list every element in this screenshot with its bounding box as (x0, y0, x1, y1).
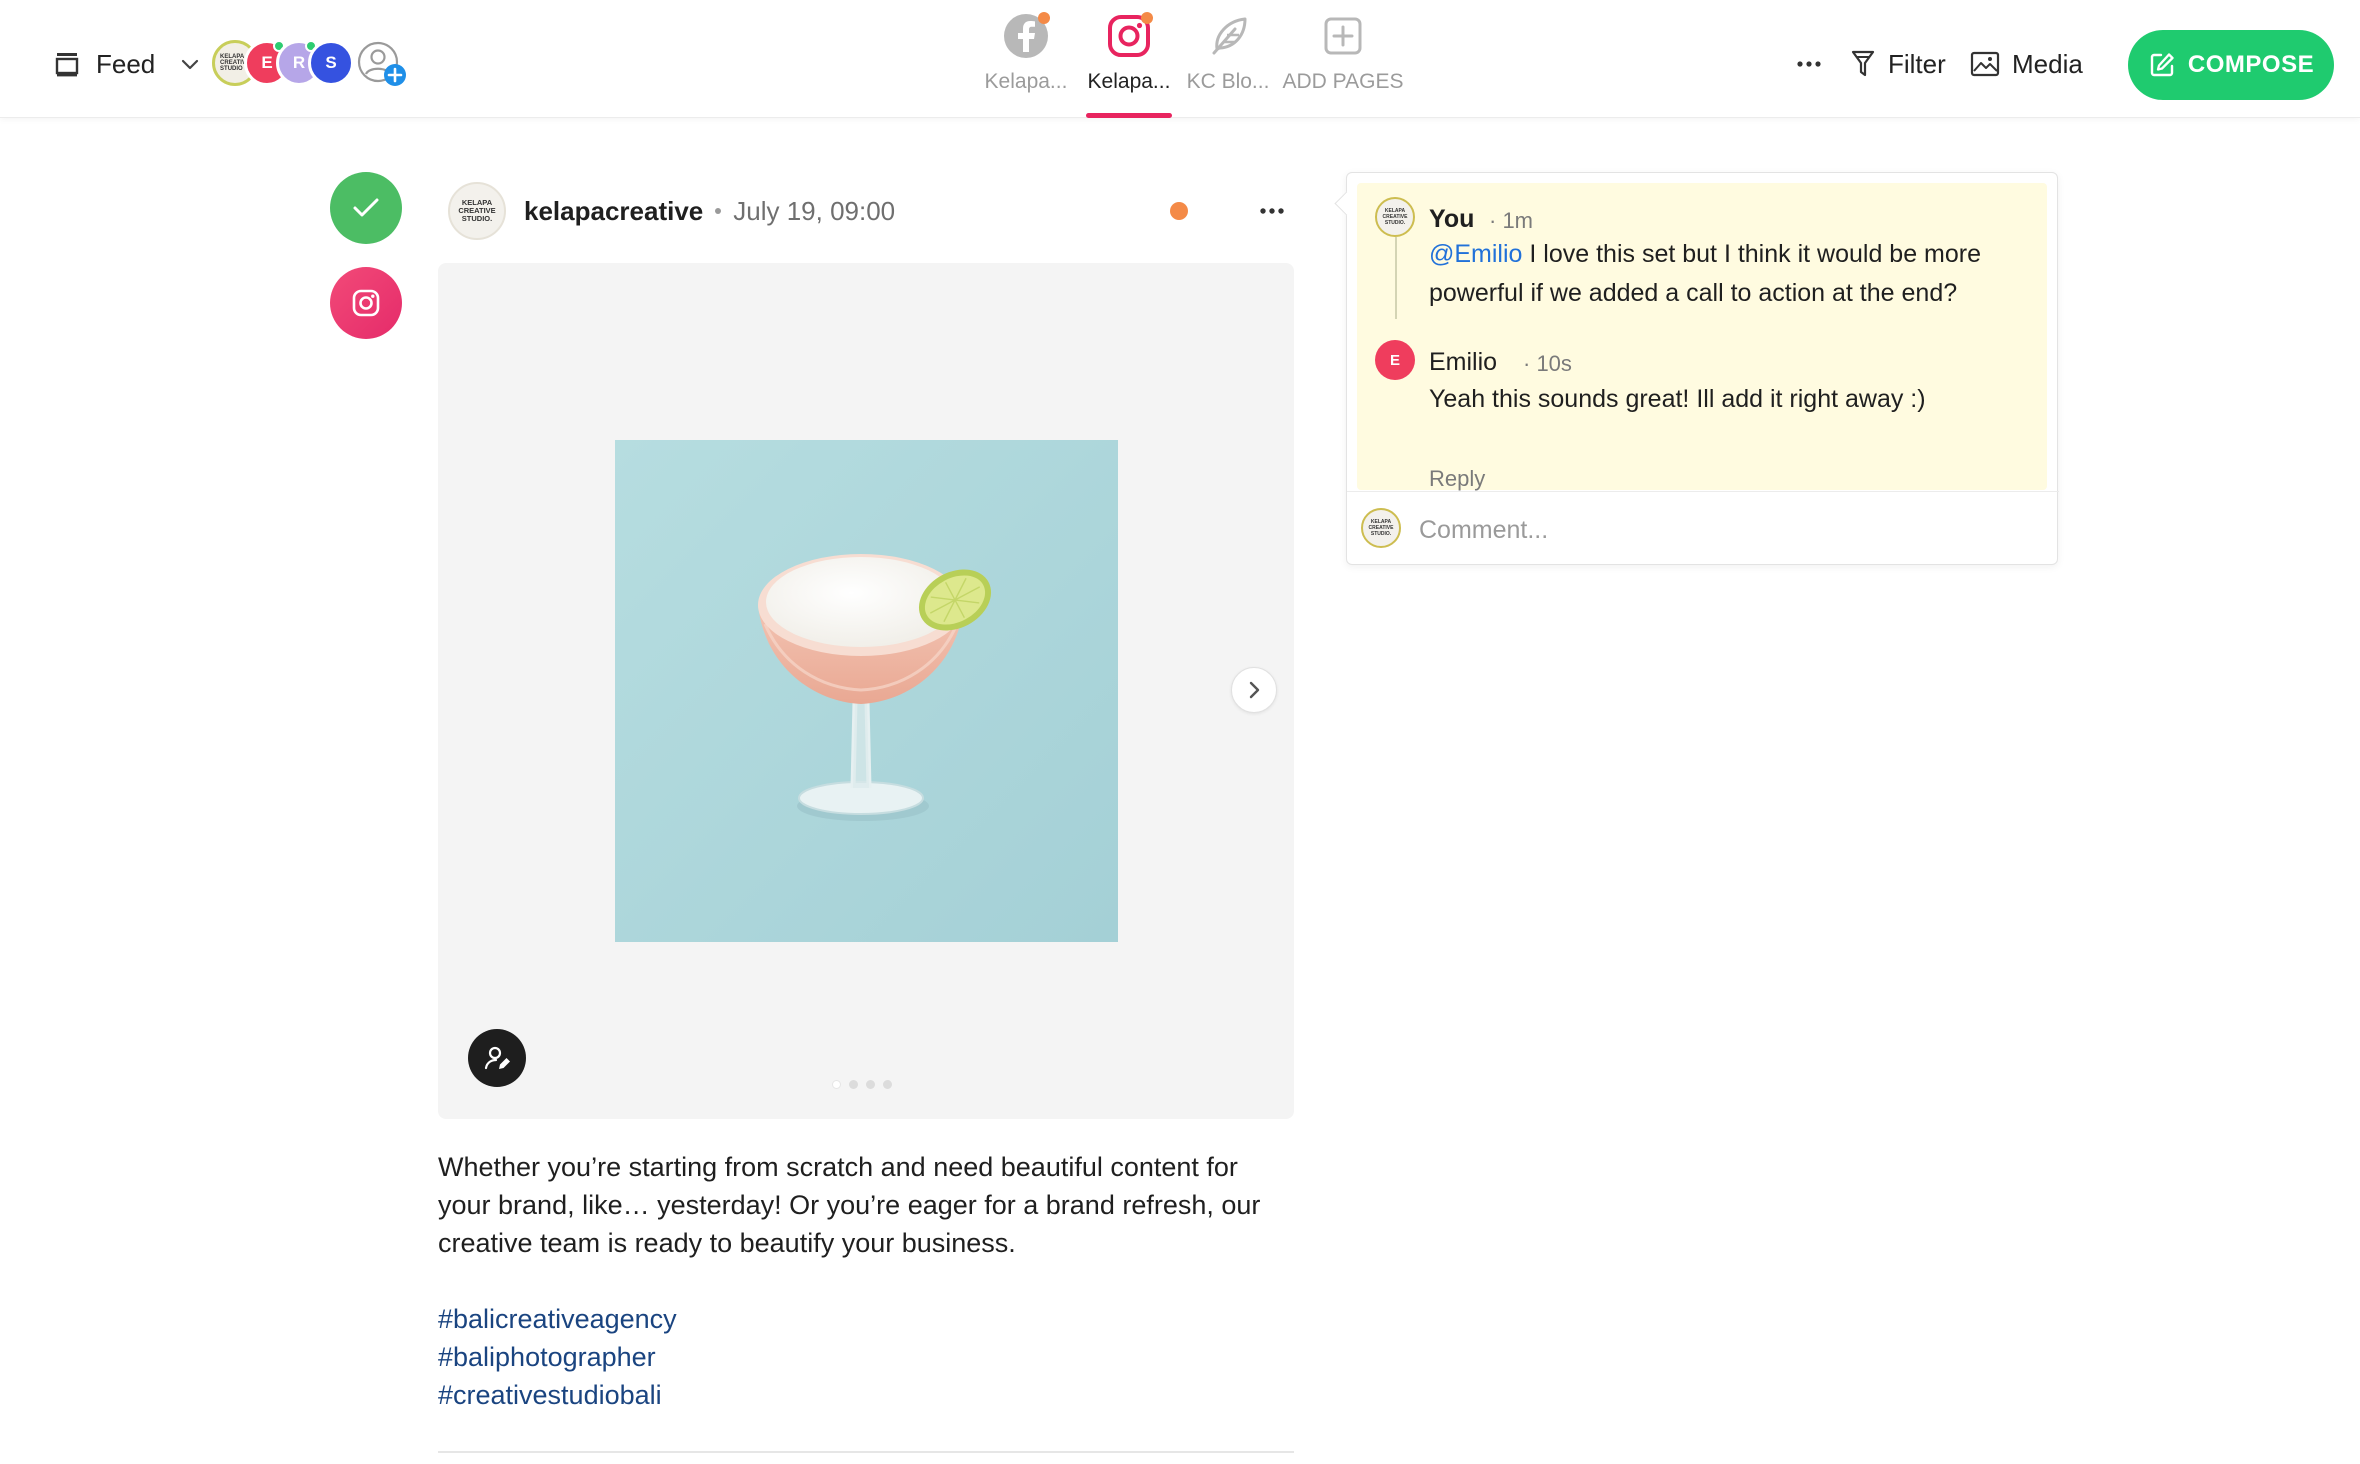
reply-button[interactable]: Reply (1429, 466, 1485, 492)
add-team-member-button[interactable] (356, 40, 412, 92)
avatar-initial: S (325, 53, 337, 72)
page-tabs: Kelapa... Kelapa... KC Blo... ADD PAGES (972, 0, 1408, 118)
compose-button[interactable]: COMPOSE (2128, 30, 2334, 100)
instagram-icon (352, 289, 380, 317)
more-options-button[interactable] (1796, 46, 1822, 82)
feed-view-switcher[interactable]: Feed (52, 44, 201, 84)
composer-avatar: KELAPA CREATIVE STUDIO. (1361, 508, 1401, 548)
instagram-network-badge[interactable] (330, 267, 402, 339)
post-image[interactable] (615, 440, 1118, 942)
media-button[interactable]: Media (1970, 46, 2083, 82)
filter-icon (1851, 50, 1875, 77)
avatar-initial: E (261, 53, 273, 72)
post-hashtags: #balicreativeagency #baliphotographer #c… (438, 1300, 1294, 1414)
more-horizontal-icon (1260, 208, 1284, 214)
tab-label: KC Blo... (1186, 70, 1270, 93)
comment-text: Yeah this sounds great! Ill add it right… (1429, 385, 1926, 413)
post-divider (438, 1451, 1294, 1453)
thread-connector (1395, 237, 1397, 319)
tag-user-icon (484, 1046, 510, 1070)
filter-label: Filter (1888, 48, 1946, 79)
comment-author: You (1429, 205, 1475, 233)
comment-time: · 10s (1523, 351, 1572, 376)
comment-input[interactable] (1419, 512, 2019, 548)
comment-composer: KELAPA CREATIVE STUDIO. (1347, 491, 2059, 566)
pagination-dot[interactable] (866, 1080, 875, 1089)
plus-square-icon (1315, 8, 1371, 64)
media-label: Media (2012, 48, 2083, 79)
separator-dot (715, 208, 722, 214)
comment-author: Emilio (1429, 348, 1498, 376)
compose-label: COMPOSE (2187, 51, 2315, 78)
media-icon (1970, 51, 2000, 77)
filter-button[interactable]: Filter (1850, 46, 1946, 82)
feather-icon (1200, 8, 1256, 64)
chevron-right-icon (1249, 681, 1260, 699)
chevron-down-icon (182, 59, 199, 70)
comment-time: · 1m (1489, 208, 1533, 233)
notification-dot (1141, 12, 1153, 24)
tab-facebook-page[interactable]: Kelapa... (972, 0, 1080, 118)
comment-thread: KELAPA CREATIVE STUDIO. You · 1m @Emilio… (1357, 183, 2047, 492)
pagination-dot[interactable] (849, 1080, 858, 1089)
comment-avatar-you: KELAPA CREATIVE STUDIO. (1375, 197, 1415, 237)
comments-panel: KELAPA CREATIVE STUDIO. You · 1m @Emilio… (1346, 172, 2059, 566)
tag-people-button[interactable] (468, 1029, 526, 1087)
notification-dot (1038, 12, 1050, 24)
post-options-button[interactable] (1254, 194, 1290, 228)
tab-label: ADD PAGES (1282, 70, 1404, 93)
post-media-carousel (438, 263, 1294, 1119)
team-avatars[interactable]: KELAPA CREATIVE STUDIO E R S (212, 40, 354, 90)
tab-label: Kelapa... (984, 70, 1068, 93)
cocktail-glass-image (615, 440, 1118, 942)
tab-blog-page[interactable]: KC Blo... (1178, 0, 1278, 118)
tab-label: Kelapa... (1087, 70, 1171, 93)
add-user-icon (357, 41, 406, 86)
add-pages-button[interactable]: ADD PAGES (1278, 0, 1408, 118)
post-status-dot (1170, 202, 1188, 220)
comment-body: Yeah this sounds great! Ill add it right… (1429, 380, 2029, 419)
comment-avatar-emilio: E (1375, 340, 1415, 380)
logo-line: STUDIO. (461, 214, 493, 223)
more-horizontal-icon (1797, 61, 1821, 67)
compose-icon (2150, 53, 2174, 77)
user-mention[interactable]: @Emilio (1429, 240, 1522, 268)
checkmark-icon (353, 198, 379, 217)
avatar-initial: R (292, 53, 306, 72)
feed-icon (55, 53, 79, 77)
instagram-icon (1101, 8, 1157, 64)
feed-label: Feed (96, 48, 156, 79)
pagination-dot[interactable] (883, 1080, 892, 1089)
logo-line: STUDIO. (1384, 220, 1406, 226)
hashtag-link[interactable]: #creativestudiobali (438, 1376, 1294, 1414)
hashtag-link[interactable]: #baliphotographer (438, 1338, 1294, 1376)
account-logo[interactable]: KELAPA CREATIVE STUDIO. (448, 182, 506, 240)
tab-instagram-page[interactable]: Kelapa... (1080, 0, 1178, 118)
avatar-s[interactable]: S (308, 40, 354, 86)
post-header: KELAPA CREATIVE STUDIO. kelapacreative J… (448, 180, 1294, 242)
carousel-pagination (832, 1080, 892, 1089)
post-caption: Whether you’re starting from scratch and… (438, 1152, 1261, 1258)
account-name[interactable]: kelapacreative (524, 196, 703, 227)
comment-body: @Emilio I love this set but I think it w… (1429, 235, 2029, 313)
top-bar: Feed KELAPA CREATIVE STUDIO E R S Kelapa… (0, 0, 2360, 118)
pagination-dot-active[interactable] (832, 1080, 841, 1089)
avatar-initial: E (1389, 351, 1400, 369)
carousel-next-button[interactable] (1231, 667, 1277, 713)
approved-status-badge (330, 172, 402, 244)
logo-line: STUDIO. (1370, 531, 1392, 537)
hashtag-link[interactable]: #balicreativeagency (438, 1300, 1294, 1338)
facebook-icon (998, 8, 1054, 64)
post-datetime: July 19, 09:00 (733, 195, 896, 226)
